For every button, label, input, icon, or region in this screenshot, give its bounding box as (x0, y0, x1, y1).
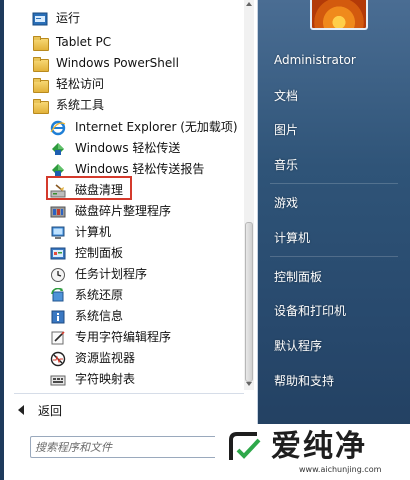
disk-defragmenter-icon (50, 204, 66, 220)
list-item-label: 系统工具 (56, 98, 105, 112)
list-item-label: 系统信息 (75, 309, 124, 323)
list-item-system-restore[interactable]: 系统还原 (50, 285, 248, 306)
list-item-label: 磁盘清理 (75, 183, 124, 197)
list-item-label: 轻松访问 (56, 77, 105, 91)
right-item-control-panel[interactable]: 控制面板 (274, 269, 322, 285)
right-item-documents[interactable]: 文档 (274, 88, 298, 104)
folder-icon (32, 35, 49, 51)
start-menu-right-panel: Administrator 文档 图片 音乐 游戏 计算机 控制面板 设备和打印… (258, 0, 410, 480)
right-item-computer[interactable]: 计算机 (274, 230, 310, 246)
divider (14, 393, 244, 394)
list-item-label: 专用字符编辑程序 (75, 330, 172, 344)
list-item-label: 计算机 (75, 225, 112, 239)
list-item-label: 任务计划程序 (75, 267, 148, 281)
list-item-windows-powershell[interactable]: Windows PowerShell (32, 53, 248, 74)
scrollbar[interactable] (244, 0, 254, 390)
all-programs-list: 运行 Tablet PC Windows PowerShell 轻松访问 系统工… (4, 0, 248, 390)
start-menu-left-panel: 运行 Tablet PC Windows PowerShell 轻松访问 系统工… (4, 0, 258, 480)
list-item-easy-transfer[interactable]: Windows 轻松传送 (50, 138, 248, 159)
list-item-label: 字符映射表 (75, 372, 136, 386)
right-item-help-support[interactable]: 帮助和支持 (274, 373, 334, 389)
user-picture[interactable] (310, 0, 368, 30)
scroll-up-arrow-icon[interactable] (246, 2, 252, 6)
watermark-text: 爱纯净 (271, 429, 367, 464)
task-scheduler-icon (50, 267, 66, 283)
list-item-character-map[interactable]: 字符映射表 (50, 369, 248, 390)
list-item-internet-explorer[interactable]: Internet Explorer (无加载项) (50, 117, 248, 138)
list-item-label: Windows 轻松传送 (75, 141, 181, 155)
list-item-tablet-pc[interactable]: Tablet PC (32, 32, 248, 53)
right-item-pictures[interactable]: 图片 (274, 122, 298, 138)
resource-monitor-icon (50, 351, 66, 367)
control-panel-icon (50, 246, 66, 262)
divider (270, 183, 398, 184)
easy-transfer-icon (50, 141, 66, 157)
right-item-games[interactable]: 游戏 (274, 195, 298, 211)
system-information-icon (50, 309, 66, 325)
run-icon (32, 11, 48, 27)
list-item-task-scheduler[interactable]: 任务计划程序 (50, 264, 248, 285)
list-item-label: Internet Explorer (无加载项) (75, 120, 238, 134)
list-item-ease-of-access[interactable]: 轻松访问 (32, 74, 248, 95)
list-item-computer[interactable]: 计算机 (50, 222, 248, 243)
folder-icon (32, 56, 49, 72)
list-item-private-character-editor[interactable]: 专用字符编辑程序 (50, 327, 248, 348)
list-item-system-information[interactable]: 系统信息 (50, 306, 248, 327)
list-item-label: Windows PowerShell (56, 56, 179, 70)
search-input[interactable] (30, 436, 226, 458)
watermark-logo-icon (229, 432, 261, 460)
list-item-label: 系统还原 (75, 288, 124, 302)
computer-icon (50, 225, 66, 241)
back-label: 返回 (38, 403, 63, 418)
list-item-label: 控制面板 (75, 246, 124, 260)
list-item-label: Windows 轻松传送报告 (75, 162, 205, 176)
right-item-administrator[interactable]: Administrator (274, 52, 356, 68)
private-character-editor-icon (50, 330, 66, 346)
disk-cleanup-icon (50, 183, 66, 199)
list-item-label: 磁盘碎片整理程序 (75, 204, 172, 218)
back-arrow-icon (18, 405, 24, 415)
divider (270, 256, 398, 257)
folder-icon (32, 98, 49, 114)
list-item-disk-cleanup[interactable]: 磁盘清理 (50, 180, 248, 201)
list-item-label: 资源监视器 (75, 351, 136, 365)
right-item-music[interactable]: 音乐 (274, 157, 298, 173)
internet-explorer-icon (50, 120, 66, 136)
folder-icon (32, 77, 49, 93)
system-restore-icon (50, 287, 66, 304)
list-item-disk-defragmenter[interactable]: 磁盘碎片整理程序 (50, 201, 248, 222)
list-item-resource-monitor[interactable]: 资源监视器 (50, 348, 248, 369)
list-item-label: Tablet PC (56, 35, 112, 49)
scroll-thumb[interactable] (245, 222, 253, 382)
right-item-default-programs[interactable]: 默认程序 (274, 338, 322, 354)
right-item-devices-printers[interactable]: 设备和打印机 (274, 303, 346, 319)
list-item-easy-transfer-report[interactable]: Windows 轻松传送报告 (50, 159, 248, 180)
list-item-system-tools[interactable]: 系统工具 (32, 95, 248, 116)
list-item-control-panel[interactable]: 控制面板 (50, 243, 248, 264)
watermark: 爱纯净 www.aichunjing.com (215, 424, 410, 480)
list-item-run[interactable]: 运行 (32, 8, 248, 29)
scroll-down-arrow-icon[interactable] (246, 382, 252, 386)
character-map-icon (50, 372, 66, 388)
back-button[interactable]: 返回 (18, 400, 62, 420)
watermark-url: www.aichunjing.com (299, 465, 382, 474)
easy-transfer-report-icon (50, 162, 66, 178)
list-item-label: 运行 (56, 11, 81, 25)
